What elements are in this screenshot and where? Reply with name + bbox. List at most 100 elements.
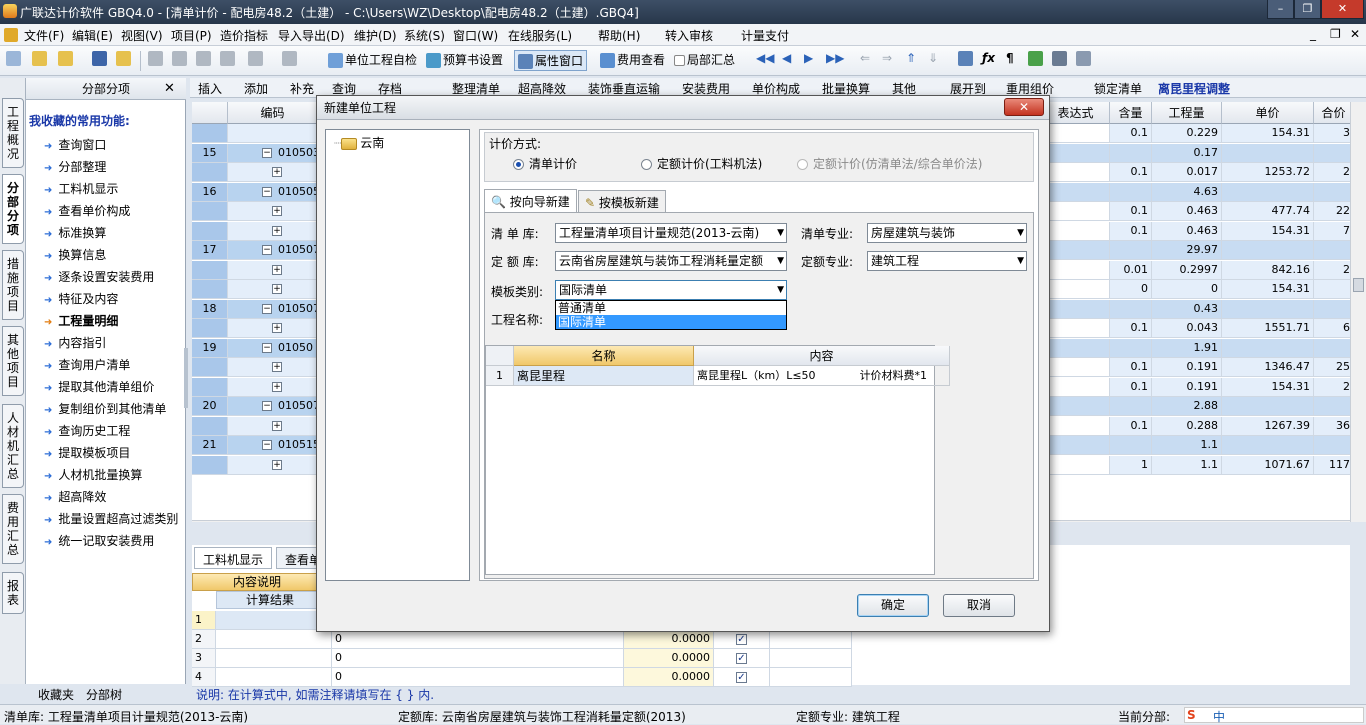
redo-icon[interactable] [282, 51, 297, 66]
cell-code[interactable]: 010507001 [228, 241, 318, 260]
quota-lib-select[interactable]: 云南省房屋建筑与装饰工程消耗量定额 ▼ [555, 251, 787, 271]
grid-header-content[interactable]: 含量 [1110, 102, 1152, 124]
expand-icon[interactable]: + [272, 225, 282, 236]
cell-content[interactable]: 0.1 [1110, 124, 1152, 143]
row-index[interactable]: 2 [192, 630, 216, 649]
cell-total[interactable]: 6 [1314, 319, 1350, 338]
next-icon[interactable]: ▶ [804, 51, 813, 65]
cell-qty[interactable]: 0.463 [1152, 221, 1222, 240]
list-spec-select[interactable]: 房屋建筑与装饰 ▼ [867, 223, 1027, 243]
function-item[interactable]: ➜ 统一记取安装费用 [44, 532, 154, 549]
menu-window[interactable]: 窗口(W) [453, 27, 498, 44]
cell-price[interactable]: 154.31 [1222, 124, 1314, 143]
cell-result[interactable]: 0.0000 [624, 668, 714, 687]
collapse-icon[interactable]: − [262, 147, 272, 158]
menu-system[interactable]: 系统(S) [404, 27, 445, 44]
cut-icon[interactable] [148, 51, 163, 66]
expand-icon[interactable]: + [272, 459, 282, 470]
collapse-icon[interactable]: − [262, 342, 272, 353]
cell-content[interactable] [1110, 182, 1152, 201]
cell-total[interactable] [1314, 280, 1350, 299]
cell-content[interactable]: 0.1 [1110, 221, 1152, 240]
cell-no[interactable] [192, 202, 228, 221]
radio-quota-pricing[interactable]: 定额计价(工料机法) [641, 155, 762, 172]
tree-node-yunnan[interactable]: ┈ 云南 [334, 134, 384, 151]
mdi-restore[interactable]: ❐ [1330, 27, 1341, 41]
cell-result[interactable]: 0.0000 [624, 649, 714, 668]
panel-close-icon[interactable]: ✕ [164, 81, 175, 96]
cell-qty[interactable]: 1.1 [1152, 455, 1222, 474]
cell-total[interactable]: 3 [1314, 124, 1350, 143]
insert-button[interactable]: 插入 [198, 80, 222, 97]
checkbox-checked-icon[interactable]: ✓ [736, 672, 747, 683]
expand-icon[interactable]: + [272, 323, 282, 333]
expand-icon[interactable]: + [272, 264, 282, 275]
cell-content[interactable]: 0.1 [1110, 358, 1152, 377]
cell-no[interactable] [192, 358, 228, 377]
tab-labor-material-summary[interactable]: 人材机汇总 [2, 404, 24, 488]
cell-no[interactable] [192, 124, 228, 143]
checkbox-checked-icon[interactable]: ✓ [736, 653, 747, 664]
cell-total[interactable]: 2 [1314, 163, 1350, 182]
function-item[interactable]: ➜ 标准换算 [44, 224, 106, 241]
cell-qty[interactable]: 2.88 [1152, 397, 1222, 416]
function-item[interactable]: ➜ 批量设置超高过滤类别 [44, 510, 178, 527]
cell-no[interactable]: 19 [192, 338, 228, 357]
minimize-button[interactable]: – [1267, 0, 1294, 19]
down-arrow-icon[interactable]: ⇓ [928, 51, 938, 65]
cell-total[interactable] [1314, 397, 1350, 416]
tab-template-new[interactable]: ✎ 按模板新建 [578, 190, 666, 212]
cell-qty[interactable]: 0.17 [1152, 143, 1222, 162]
option-international-list[interactable]: 国际清单 [556, 315, 786, 329]
option-normal-list[interactable]: 普通清单 [556, 301, 786, 315]
copy-icon[interactable] [172, 51, 187, 66]
open-icon[interactable] [32, 51, 47, 66]
restore-button[interactable]: ❐ [1294, 0, 1321, 19]
paragraph-icon[interactable]: ¶ [1006, 51, 1014, 65]
up-arrow-icon[interactable]: ⇑ [906, 51, 916, 65]
cell-total[interactable]: 36 [1314, 416, 1350, 435]
expand-icon[interactable]: + [272, 381, 282, 392]
bottom-tab-favorites[interactable]: 收藏夹 [38, 686, 74, 703]
cell-code[interactable]: 01050 [228, 124, 328, 143]
cell-total[interactable] [1314, 241, 1350, 260]
cell-qty[interactable]: 0.191 [1152, 358, 1222, 377]
cell-price[interactable]: 1253.72 [1222, 163, 1314, 182]
expand-icon[interactable]: + [272, 284, 282, 294]
cell-price[interactable]: 477.74 [1222, 202, 1314, 221]
cell-total[interactable] [1314, 143, 1350, 162]
menu-cost-index[interactable]: 造价指标 [220, 27, 268, 44]
tpl-row-content[interactable]: 离昆里程L（km）L≤50 计价材料费*1 [694, 366, 950, 386]
radio-quota-pricing-composite[interactable]: 定额计价(仿清单法/综合单价法) [797, 155, 982, 172]
tab-wizard-new[interactable]: 🔍 按向导新建 [484, 189, 577, 213]
scroll-thumb[interactable] [1353, 278, 1364, 292]
tab-other-items[interactable]: 其他项目 [2, 326, 24, 396]
self-check-button[interactable]: 单位工程自检 [328, 51, 417, 68]
cell-qty[interactable]: 0.43 [1152, 299, 1222, 318]
function-item[interactable]: ➜ 内容指引 [44, 334, 106, 351]
menu-project[interactable]: 项目(P) [171, 27, 212, 44]
cell-total[interactable] [1314, 182, 1350, 201]
save-icon[interactable] [92, 51, 107, 66]
cell-no[interactable] [192, 416, 228, 435]
cell-no[interactable] [192, 455, 228, 474]
cell-qty[interactable]: 1.1 [1152, 436, 1222, 455]
quota-spec-select[interactable]: 建筑工程 ▼ [867, 251, 1027, 271]
cell-expression[interactable] [216, 649, 332, 668]
cell-total[interactable]: 2 [1314, 260, 1350, 279]
collapse-icon[interactable]: − [262, 186, 272, 197]
grid-header-expr[interactable]: 表达式 [1042, 102, 1110, 124]
mdi-close[interactable]: ✕ [1350, 27, 1360, 41]
expand-icon[interactable]: + [272, 206, 282, 216]
cell-extra[interactable] [770, 649, 852, 668]
cell-no[interactable]: 18 [192, 299, 228, 318]
tab-reports[interactable]: 报表 [2, 572, 24, 614]
cell-content[interactable]: 1 [1110, 455, 1152, 474]
tab-project-overview[interactable]: 工程概况 [2, 98, 24, 168]
tpl-row-name[interactable]: 离昆里程 [514, 366, 694, 386]
cell-value[interactable]: 0 [332, 649, 624, 668]
cell-total[interactable]: 22 [1314, 202, 1350, 221]
book-icon[interactable] [1028, 51, 1043, 66]
cell-expression[interactable] [216, 668, 332, 687]
print-icon[interactable] [1052, 51, 1067, 66]
